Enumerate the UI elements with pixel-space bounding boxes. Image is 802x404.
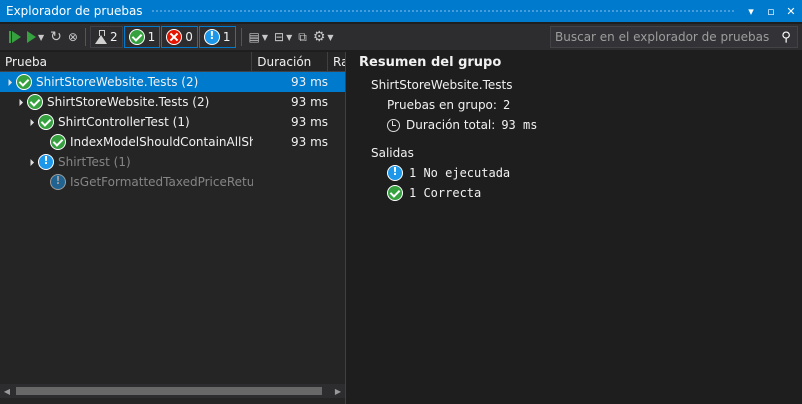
window-title: Explorador de pruebas [6,4,143,18]
pin-icon: ▫ [767,4,775,18]
scroll-right-icon[interactable]: ▶ [331,387,345,396]
passed-icon [16,74,32,90]
not-run-link[interactable]: 1 No ejecutada [409,166,510,180]
tree-row[interactable]: ShirtStoreWebsite.Tests (2) 93 ms [0,72,345,92]
toolbar-separator [84,28,86,46]
search-input[interactable] [551,30,775,44]
summary-group-name: ShirtStoreWebsite.Tests [371,78,513,92]
scrollbar-thumb[interactable] [16,387,322,395]
group-by-icon: ⊟ [274,30,285,44]
tree-row-label: ShirtStoreWebsite.Tests (2) [47,95,210,109]
group-summary-panel: Resumen del grupo ShirtStoreWebsite.Test… [347,52,802,404]
title-grip[interactable] [150,8,734,14]
tests-in-group-label: Pruebas en grupo: [387,98,497,112]
tests-in-group-value: 2 [502,98,511,112]
cancel-button[interactable]: ⊗ [65,26,81,48]
run-button[interactable]: ▼ [24,26,47,48]
expand-icon[interactable] [26,118,35,126]
gear-icon: ⚙ [312,29,326,45]
tree-row-label: IsGetFormattedTaxedPriceRetur... [70,175,253,189]
filter-all-count: 2 [109,30,118,44]
column-header-rank[interactable]: Ra [328,52,345,71]
chevron-down-icon: ▼ [286,32,293,42]
passed-link[interactable]: 1 Correcta [409,186,481,200]
tree-row[interactable]: ShirtControllerTest (1) 93 ms [0,112,345,132]
chevron-down-icon: ▼ [327,32,334,42]
not-run-icon [387,165,403,181]
passed-icon [387,185,403,201]
filter-passed-count: 1 [147,30,156,44]
not-run-icon [50,174,66,190]
expand-icon[interactable] [15,98,24,106]
test-tree-panel: Prueba Duración Ra ShirtStoreWebsite.Tes… [0,52,346,404]
run-all-icon [9,31,21,43]
passed-icon [27,94,43,110]
window-menu-button[interactable]: ▾ [742,2,760,20]
window-titlebar: Explorador de pruebas ▾ ▫ ✕ [0,0,802,22]
search-icon[interactable]: ⚲ [775,30,797,45]
column-header-duration[interactable]: Duración [252,52,329,71]
play-icon [27,31,36,43]
duration-total-value: 93 ms [501,118,538,132]
cancel-icon: ⊗ [67,30,78,44]
filter-failed-button[interactable]: 0 [161,26,198,48]
scroll-left-icon[interactable]: ◀ [0,387,14,396]
filter-passed-button[interactable]: 1 [123,26,161,48]
tree-row-label: ShirtTest (1) [58,155,131,169]
tree-row[interactable]: ShirtStoreWebsite.Tests (2) 93 ms [0,92,345,112]
clock-icon [387,118,400,132]
chevron-down-icon: ▾ [748,4,754,18]
tree-row-duration: 93 ms [291,115,329,129]
passed-icon [50,134,66,150]
tree-row[interactable]: ShirtTest (1) [0,152,345,172]
auto-hide-button[interactable]: ▫ [762,2,780,20]
group-by-button[interactable]: ⊟ ▼ [271,26,295,48]
chevron-down-icon: ▼ [261,32,269,42]
passed-icon [38,114,54,130]
playlist-icon: ▤ [248,30,260,44]
expand-icon[interactable] [4,78,13,86]
refresh-button[interactable]: ↻ [47,26,65,48]
chevron-down-icon: ▼ [38,32,45,42]
refresh-icon: ↻ [50,29,62,45]
tree-row-duration: 93 ms [291,95,329,109]
summary-title: Resumen del grupo [359,55,502,70]
tree-row-label: IndexModelShouldContainAllSh... [70,135,253,149]
toolbar-separator [240,28,242,46]
tree-header: Prueba Duración Ra [0,52,345,72]
settings-button[interactable]: ⚙ ▼ [310,26,337,48]
horizontal-scrollbar[interactable]: ◀ ▶ [0,384,345,398]
tree-row-duration: 93 ms [291,135,329,149]
flask-icon [94,30,107,44]
playlist-button[interactable]: ▤ ▼ [246,26,272,48]
search-box: ⚲ [550,26,798,48]
column-header-test[interactable]: Prueba [0,52,253,71]
tree-row-label: ShirtControllerTest (1) [58,115,190,129]
filter-failed-count: 0 [185,30,193,44]
tree-row-duration: 93 ms [291,75,329,89]
copy-icon: ⧉ [298,29,307,44]
filter-not-run-count: 1 [222,30,231,44]
outputs-label: Salidas [371,146,414,160]
copy-button[interactable]: ⧉ [295,26,310,48]
duration-total-label: Duración total: [406,118,496,132]
not-run-icon [203,29,220,45]
close-icon: ✕ [786,4,796,18]
failed-icon [166,29,183,45]
expand-icon[interactable] [26,158,35,166]
run-all-button[interactable] [6,26,24,48]
tree-row[interactable]: IndexModelShouldContainAllSh... 93 ms [0,132,345,152]
filter-all-button[interactable]: 2 [89,26,123,48]
close-button[interactable]: ✕ [782,2,800,20]
tree-row[interactable]: IsGetFormattedTaxedPriceRetur... [0,172,345,192]
not-run-icon [38,154,54,170]
passed-icon [128,29,145,45]
toolbar: ▼ ↻ ⊗ 2 1 0 1 ▤▼ ⊟▼ ⧉ ⚙▼ ⚲ [0,24,802,50]
tree-row-label: ShirtStoreWebsite.Tests (2) [36,75,199,89]
filter-not-run-button[interactable]: 1 [198,26,236,48]
